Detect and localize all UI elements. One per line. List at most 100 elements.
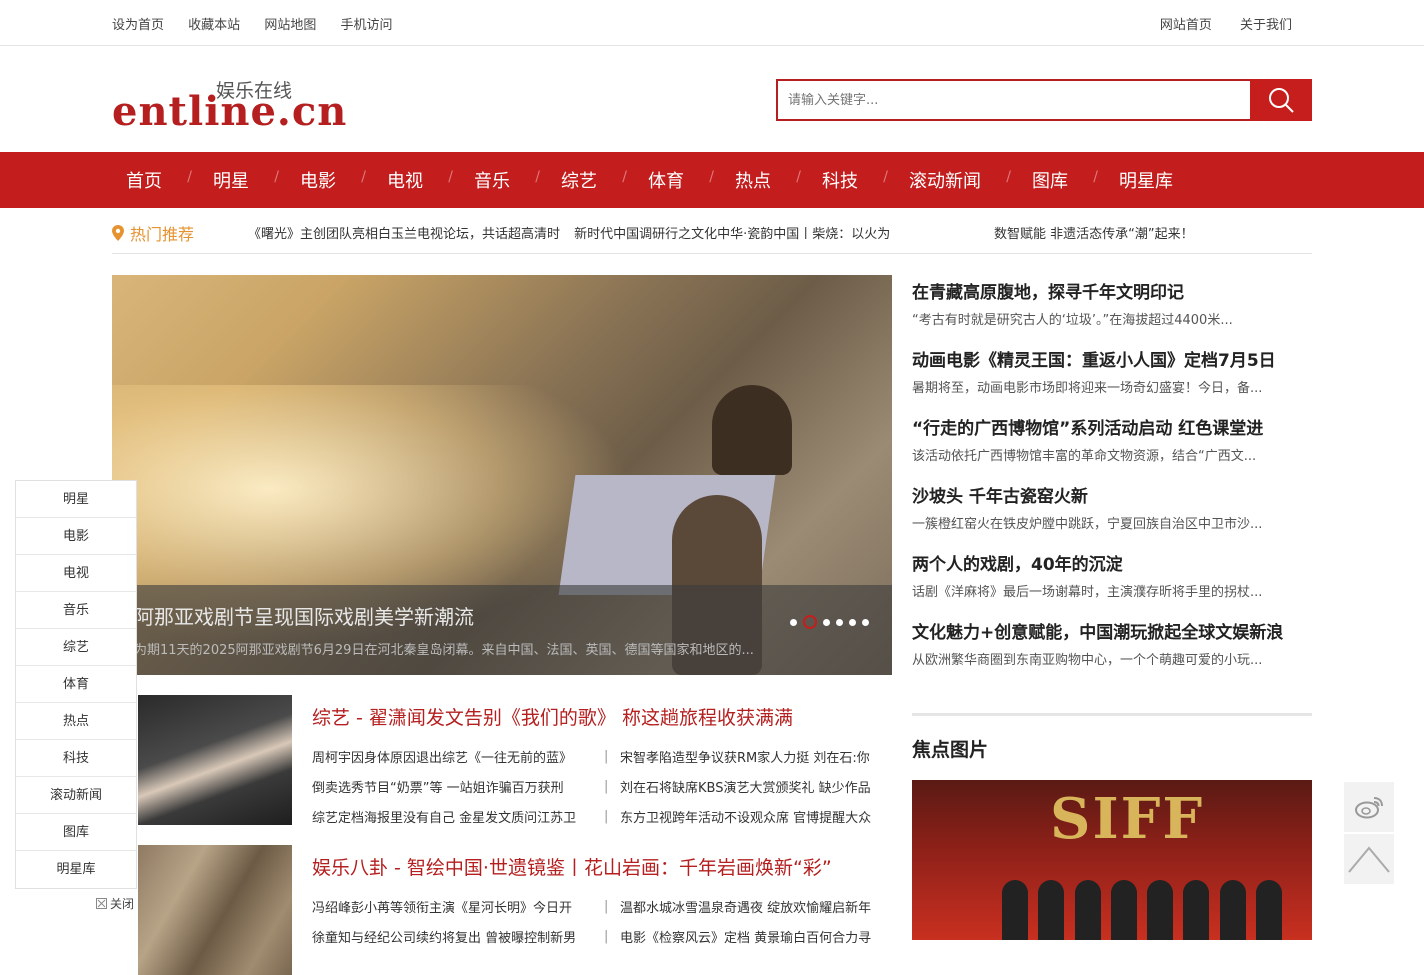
hot-label: 热门推荐	[112, 221, 194, 245]
chevron-up-icon	[1348, 846, 1390, 873]
list-item[interactable]: “行走的广西博物馆”系列活动启动 红色课堂进 该活动依托广西博物馆丰富的革命文物…	[912, 414, 1312, 482]
news-block-gossip: 娱乐八卦 - 智绘中国·世遗镜鉴丨花山岩画：千年岩画焕新“彩” 冯绍峰彭小苒等领…	[138, 845, 892, 975]
site-logo[interactable]: entline.cn 娱乐在线	[112, 68, 346, 138]
featured-slider[interactable]: 阿那亚戏剧节呈现国际戏剧美学新潮流 为期11天的2025阿那亚戏剧节6月29日在…	[112, 275, 892, 675]
nav-home[interactable]: 首页	[112, 167, 192, 193]
search-button[interactable]	[1250, 79, 1312, 121]
close-icon	[96, 898, 107, 909]
side-menu-item[interactable]: 体育	[16, 666, 136, 703]
headline-title[interactable]: 动画电影《精灵王国：重返小人国》定档7月5日	[912, 346, 1312, 371]
headline-title[interactable]: 沙坡头 千年古瓷窑火新	[912, 482, 1312, 507]
news-links: 冯绍峰彭小苒等领衔主演《星河长明》今日开 | 温都水城冰雪温泉奇遇夜 绽放欢愉耀…	[312, 891, 892, 951]
side-menu-item[interactable]: 图库	[16, 814, 136, 851]
headline-desc: 一簇橙红窑火在铁皮炉膛中跳跃，宁夏回族自治区中卫市沙...	[912, 517, 1263, 532]
side-menu-item[interactable]: 科技	[16, 740, 136, 777]
site-home-link[interactable]: 网站首页	[1160, 18, 1212, 33]
news-link[interactable]: 冯绍峰彭小苒等领衔主演《星河长明》今日开	[312, 897, 604, 916]
search-input[interactable]	[776, 79, 1252, 121]
news-block-variety: 综艺 - 翟潇闻发文告别《我们的歌》 称这趟旅程收获满满 周柯宇因身体原因退出综…	[138, 695, 892, 826]
side-menu-item[interactable]: 综艺	[16, 629, 136, 666]
slider-dot[interactable]	[836, 618, 843, 626]
logo-sub: 娱乐在线	[216, 80, 293, 102]
headline-desc: 从欧洲繁华商圈到东南亚购物中心，一个个萌趣可爱的小玩...	[912, 653, 1263, 668]
news-title[interactable]: 综艺 - 翟潇闻发文告别《我们的歌》 称这趟旅程收获满满	[312, 703, 793, 730]
news-link[interactable]: 温都水城冰雪温泉奇遇夜 绽放欢愉耀启新年	[620, 897, 892, 916]
weibo-share-button[interactable]	[1344, 782, 1394, 832]
side-menu-item[interactable]: 电视	[16, 555, 136, 592]
side-menu-close-button[interactable]: 关闭	[96, 895, 134, 912]
search-icon	[1269, 88, 1294, 113]
slider-dot[interactable]	[849, 618, 856, 626]
nav-variety[interactable]: 综艺	[547, 167, 627, 193]
slider-dot[interactable]	[803, 615, 817, 629]
nav-movie[interactable]: 电影	[286, 167, 366, 193]
focus-image[interactable]: SIFF	[912, 780, 1312, 940]
mobile-link[interactable]: 手机访问	[340, 18, 392, 33]
news-title[interactable]: 娱乐八卦 - 智绘中国·世遗镜鉴丨花山岩画：千年岩画焕新“彩”	[312, 853, 832, 880]
headline-title[interactable]: 文化魅力+创意赋能，中国潮玩掀起全球文娱新浪	[912, 618, 1312, 643]
headline-desc: 话剧《洋麻将》最后一场谢幕时，主演濮存昕将手里的拐杖...	[912, 585, 1263, 600]
news-link[interactable]: 倒卖选秀节目“奶票”等 一站姐诈骗百万获刑	[312, 777, 604, 796]
news-thumbnail[interactable]	[138, 845, 292, 975]
side-menu-item[interactable]: 明星库	[16, 851, 136, 888]
news-link[interactable]: 周柯宇因身体原因退出综艺《一往无前的蓝》	[312, 747, 604, 766]
hot-item[interactable]: 《曙光》主创团队亮相白玉兰电视论坛，共话超高清时	[248, 227, 560, 242]
list-item[interactable]: 动画电影《精灵王国：重返小人国》定档7月5日 暑期将至，动画电影市场即将迎来一场…	[912, 346, 1312, 414]
headline-title[interactable]: 两个人的戏剧，40年的沉淀	[912, 550, 1312, 575]
news-link[interactable]: 宋智孝陷造型争议获RM家人力挺 刘在石:你	[620, 747, 892, 766]
news-link[interactable]: 综艺定档海报里没有自己 金星发文质问江苏卫	[312, 807, 604, 826]
group-photo	[1002, 880, 1282, 940]
news-link[interactable]: 刘在石将缺席KBS演艺大赏颁奖礼 缺少作品	[620, 777, 892, 796]
nav-tv[interactable]: 电视	[373, 167, 453, 193]
list-item[interactable]: 文化魅力+创意赋能，中国潮玩掀起全球文娱新浪 从欧洲繁华商圈到东南亚购物中心，一…	[912, 618, 1312, 686]
header: entline.cn 娱乐在线	[0, 46, 1424, 152]
nav-hot[interactable]: 热点	[721, 167, 801, 193]
slider-dots	[790, 615, 875, 629]
side-menu-item[interactable]: 电影	[16, 518, 136, 555]
side-menu-item[interactable]: 滚动新闻	[16, 777, 136, 814]
bookmark-link[interactable]: 收藏本站	[188, 18, 240, 33]
news-link[interactable]: 电影《检察风云》定档 黄景瑜白百何合力寻	[620, 927, 892, 946]
sitemap-link[interactable]: 网站地图	[264, 18, 316, 33]
main-nav: 首页 明星 电影 电视 音乐 综艺 体育 热点 科技 滚动新闻 图库 明星库	[0, 152, 1424, 208]
nav-gallery[interactable]: 图库	[1018, 167, 1098, 193]
headline-title[interactable]: “行走的广西博物馆”系列活动启动 红色课堂进	[912, 414, 1312, 439]
list-item[interactable]: 两个人的戏剧，40年的沉淀 话剧《洋麻将》最后一场谢幕时，主演濮存昕将手里的拐杖…	[912, 550, 1312, 618]
headline-desc: 该活动依托广西博物馆丰富的革命文物资源，结合“广西文...	[912, 449, 1257, 464]
slider-title[interactable]: 阿那亚戏剧节呈现国际戏剧美学新潮流	[134, 601, 474, 630]
headline-desc: 暑期将至，动画电影市场即将迎来一场奇幻盛宴！今日，备...	[912, 381, 1263, 396]
back-to-top-button[interactable]	[1344, 834, 1394, 884]
focus-heading: 焦点图片	[912, 739, 989, 761]
news-thumbnail[interactable]	[138, 695, 292, 825]
weibo-icon	[1355, 797, 1383, 819]
slider-dot[interactable]	[790, 618, 797, 626]
slider-dot[interactable]	[862, 618, 869, 626]
side-menu-item[interactable]: 明星	[16, 481, 136, 518]
nav-sports[interactable]: 体育	[634, 167, 714, 193]
slider-dot[interactable]	[823, 618, 830, 626]
set-homepage-link[interactable]: 设为首页	[112, 18, 164, 33]
news-row: 周柯宇因身体原因退出综艺《一往无前的蓝》 | 宋智孝陷造型争议获RM家人力挺 刘…	[312, 741, 892, 771]
top-bar: 设为首页 收藏本站 网站地图 手机访问 网站首页 关于我们	[0, 0, 1424, 46]
siff-sign: SIFF	[1050, 786, 1205, 852]
hot-item[interactable]: 新时代中国调研行之文化中华·瓷韵中国丨柴烧：以火为	[574, 227, 890, 242]
news-link[interactable]: 东方卫视跨年活动不设观众席 官博提醒大众	[620, 807, 892, 826]
list-item[interactable]: 沙坡头 千年古瓷窑火新 一簇橙红窑火在铁皮炉膛中跳跃，宁夏回族自治区中卫市沙..…	[912, 482, 1312, 550]
nav-rolling-news[interactable]: 滚动新闻	[895, 167, 1011, 193]
side-menu-item[interactable]: 热点	[16, 703, 136, 740]
list-item[interactable]: 在青藏高原腹地，探寻千年文明印记 “考古有时就是研究古人的‘垃圾’。”在海拔超过…	[912, 278, 1312, 346]
hot-item[interactable]: 数智赋能 非遗活态传承“潮”起来！	[994, 223, 1194, 242]
slider-caption: 阿那亚戏剧节呈现国际戏剧美学新潮流 为期11天的2025阿那亚戏剧节6月29日在…	[112, 585, 892, 675]
headline-list: 在青藏高原腹地，探寻千年文明印记 “考古有时就是研究古人的‘垃圾’。”在海拔超过…	[912, 278, 1312, 686]
nav-stars[interactable]: 明星	[199, 167, 279, 193]
headline-title[interactable]: 在青藏高原腹地，探寻千年文明印记	[912, 278, 1312, 303]
nav-tech[interactable]: 科技	[808, 167, 888, 193]
nav-star-library[interactable]: 明星库	[1105, 167, 1187, 193]
focus-pictures: 焦点图片 SIFF	[912, 713, 1312, 940]
performer-figure	[712, 385, 792, 475]
news-row: 倒卖选秀节目“奶票”等 一站姐诈骗百万获刑 | 刘在石将缺席KBS演艺大赏颁奖礼…	[312, 771, 892, 801]
about-link[interactable]: 关于我们	[1240, 18, 1292, 33]
side-menu-item[interactable]: 音乐	[16, 592, 136, 629]
nav-music[interactable]: 音乐	[460, 167, 540, 193]
news-link[interactable]: 徐童知与经纪公司续约将复出 曾被曝控制新男	[312, 927, 604, 946]
